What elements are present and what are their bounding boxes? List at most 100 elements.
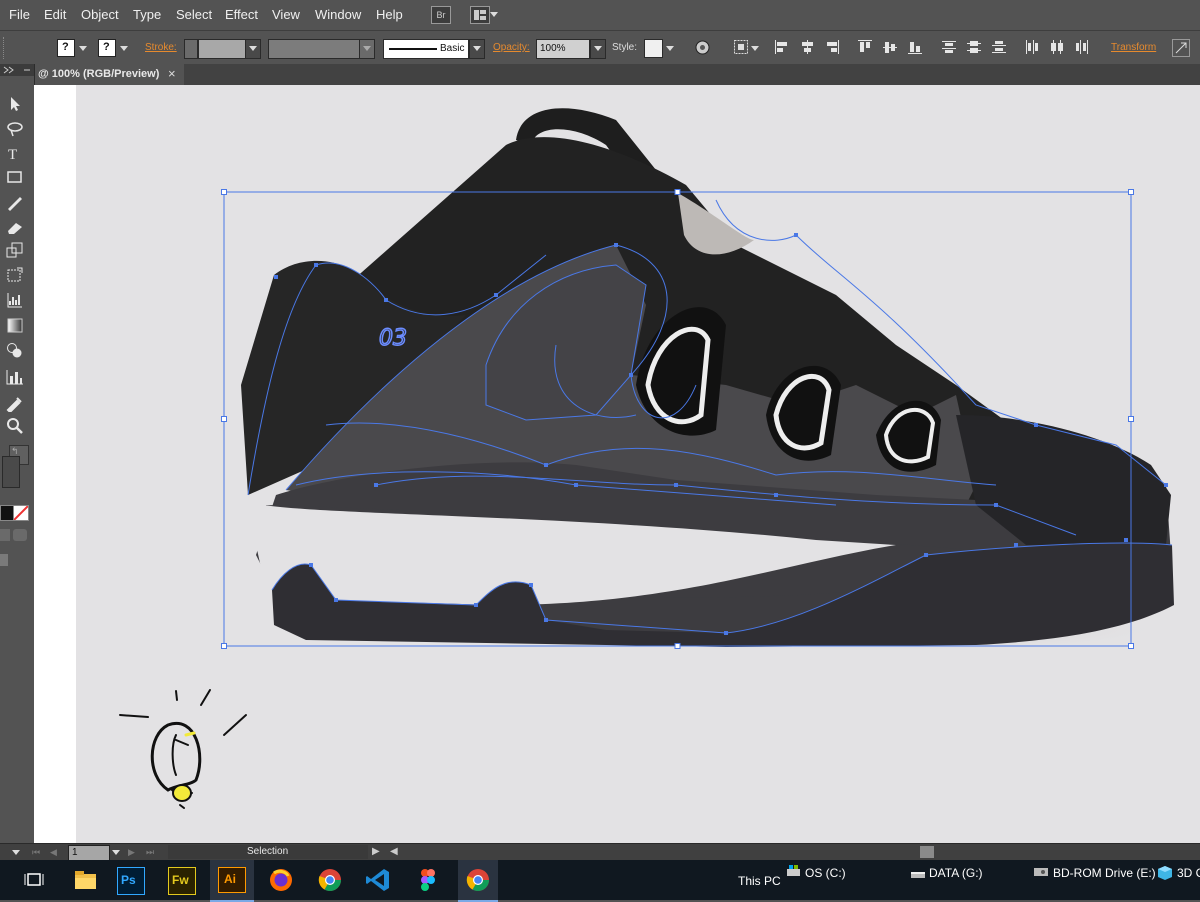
draw-mode-button[interactable] (0, 529, 10, 541)
stroke-dropdown-icon[interactable] (120, 46, 128, 51)
fireworks-icon[interactable]: Fw (168, 867, 196, 895)
lasso-tool-icon[interactable] (5, 120, 25, 138)
distribute-horizontal-center-button[interactable] (1050, 40, 1064, 54)
distribute-bottom-button[interactable] (992, 40, 1006, 54)
none-color-button[interactable] (13, 505, 29, 521)
3d-objects-link[interactable]: 3D C (1177, 866, 1200, 880)
tools-panel-header[interactable] (0, 64, 34, 76)
status-info-field[interactable]: Selection (168, 845, 368, 859)
horizontal-scrollbar[interactable] (402, 846, 1192, 858)
pencil-tool-icon[interactable] (5, 193, 25, 211)
firefox-icon[interactable] (266, 865, 296, 895)
menu-view[interactable]: View (272, 7, 300, 22)
opacity-input[interactable]: 100% (536, 39, 590, 59)
distribute-vertical-center-button[interactable] (967, 40, 981, 54)
menu-object[interactable]: Object (81, 7, 119, 22)
selection-tool-icon[interactable] (5, 95, 25, 113)
drive-g-link[interactable]: DATA (G:) (929, 866, 983, 880)
menu-select[interactable]: Select (176, 7, 212, 22)
chevron-down-icon[interactable] (751, 46, 759, 51)
rectangle-tool-icon[interactable] (5, 168, 25, 186)
align-bottom-button[interactable] (908, 40, 922, 54)
graphic-style-swatch[interactable] (644, 39, 663, 58)
vscode-icon[interactable] (363, 865, 393, 895)
align-right-button[interactable] (825, 40, 839, 54)
drive-e-link[interactable]: BD-ROM Drive (E:) (1053, 866, 1156, 880)
previous-artboard-icon[interactable]: ◀ (50, 847, 57, 858)
fill-color-indicator[interactable] (2, 456, 20, 488)
opacity-label[interactable]: Opacity: (493, 42, 530, 53)
menu-window[interactable]: Window (315, 7, 361, 22)
photoshop-icon[interactable]: Ps (117, 867, 145, 895)
artboard-dropdown-icon[interactable] (112, 850, 120, 855)
recolor-artwork-button[interactable] (695, 40, 710, 55)
brush-dropdown[interactable] (469, 39, 485, 59)
this-pc-label[interactable]: This PC (738, 874, 781, 888)
stroke-weight-dropdown[interactable] (245, 39, 261, 59)
eraser-tool-icon[interactable] (5, 217, 25, 235)
file-explorer-icon[interactable] (70, 865, 100, 895)
scrollbar-thumb[interactable] (920, 846, 934, 858)
chrome-taskbar-button-active[interactable] (458, 860, 498, 902)
canvas-area[interactable]: 03 (34, 85, 1200, 843)
free-transform-tool-icon[interactable] (5, 266, 25, 284)
stroke-swatch[interactable]: ? (98, 39, 116, 57)
brush-definition-field[interactable]: Basic (383, 39, 469, 59)
next-artboard-icon[interactable]: ▶ (128, 847, 135, 858)
align-vertical-center-button[interactable] (883, 40, 897, 54)
stroke-label[interactable]: Stroke: (145, 42, 177, 53)
align-top-button[interactable] (858, 40, 872, 54)
menu-file[interactable]: File (9, 7, 30, 22)
swap-colors-icon[interactable]: ↰ (11, 446, 21, 456)
drive-c-link[interactable]: OS (C:) (805, 866, 846, 880)
fill-swatch[interactable]: ? (57, 39, 75, 57)
color-mode-button[interactable] (0, 505, 14, 521)
column-graph-tool-icon[interactable] (5, 368, 25, 386)
align-to-selection-button[interactable] (733, 39, 749, 55)
status-menu-arrow-icon[interactable]: ▶ (372, 846, 380, 857)
distribute-left-button[interactable] (1025, 40, 1039, 54)
last-artboard-icon[interactable]: ⏭ (146, 847, 154, 858)
stroke-weight-input[interactable] (198, 39, 246, 59)
variable-width-dropdown[interactable] (359, 39, 375, 59)
transform-link[interactable]: Transform (1111, 42, 1156, 53)
eyedropper-tool-icon[interactable] (5, 394, 25, 412)
artboard[interactable]: 03 (76, 85, 1200, 843)
distribute-right-button[interactable] (1075, 40, 1089, 54)
draw-behind-button[interactable] (13, 529, 27, 541)
zoom-dropdown-icon[interactable] (12, 850, 20, 855)
chevron-down-icon[interactable] (490, 12, 498, 17)
menu-help[interactable]: Help (376, 7, 403, 22)
align-horizontal-center-button[interactable] (800, 40, 814, 54)
graph-warp-tool-icon[interactable] (5, 291, 25, 309)
bridge-button[interactable]: Br (431, 6, 451, 24)
first-artboard-icon[interactable]: ⏮ (32, 847, 40, 858)
document-tab[interactable]: @ 100% (RGB/Preview) × (34, 64, 184, 85)
gradient-tool-icon[interactable] (5, 316, 25, 334)
variable-width-profile[interactable] (268, 39, 360, 59)
distribute-top-button[interactable] (942, 40, 956, 54)
stroke-weight-stepper[interactable] (184, 39, 198, 59)
blend-tool-icon[interactable] (5, 341, 25, 359)
screen-mode-button[interactable] (0, 554, 8, 566)
figma-icon[interactable] (413, 865, 443, 895)
align-left-button[interactable] (775, 40, 789, 54)
menu-type[interactable]: Type (133, 7, 161, 22)
scale-tool-icon[interactable] (5, 241, 25, 259)
arrange-documents-button[interactable] (470, 6, 490, 24)
close-tab-icon[interactable]: × (168, 66, 176, 81)
menu-edit[interactable]: Edit (44, 7, 66, 22)
illustrator-taskbar-button[interactable]: Ai (210, 860, 254, 902)
task-view-icon[interactable] (20, 865, 50, 895)
fill-dropdown-icon[interactable] (79, 46, 87, 51)
zoom-tool-icon[interactable] (5, 416, 25, 434)
scroll-left-icon[interactable]: ◀ (390, 846, 398, 857)
menu-effect[interactable]: Effect (225, 7, 258, 22)
chrome-icon[interactable] (315, 865, 345, 895)
artboard-number-input[interactable]: 1 (68, 845, 110, 861)
artwork-sneaker-illustration[interactable]: 03 (76, 85, 1200, 843)
isolate-group-button[interactable] (1172, 39, 1190, 57)
opacity-dropdown[interactable] (590, 39, 606, 59)
graphic-style-dropdown-icon[interactable] (666, 46, 674, 51)
type-tool-icon[interactable]: T (5, 144, 25, 162)
